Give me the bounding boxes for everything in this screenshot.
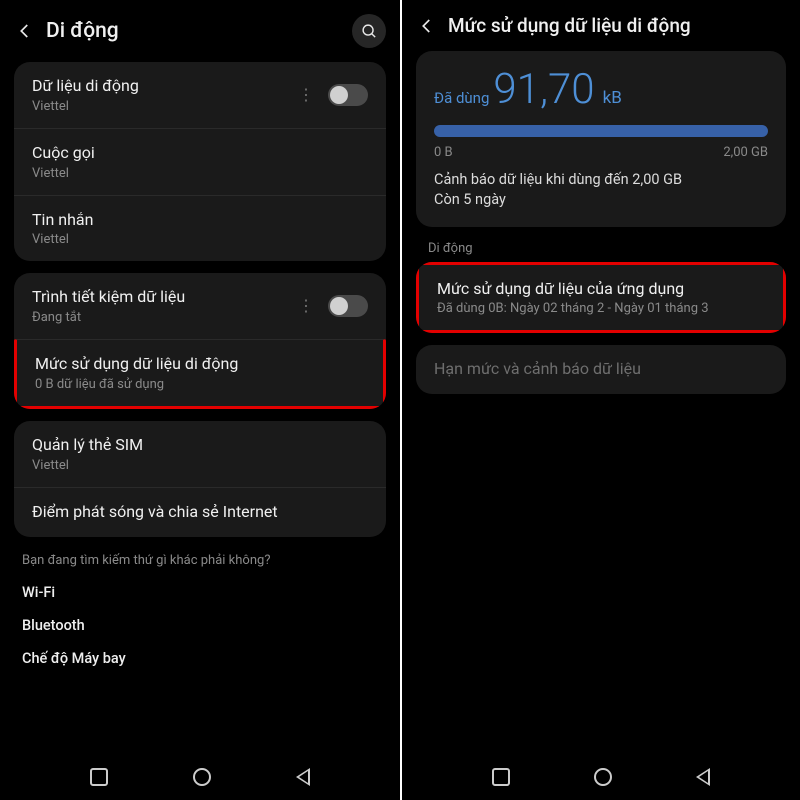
card-connections: Dữ liệu di động Viettel ⋮ Cuộc gọi Viett…: [14, 62, 386, 261]
card-limit: Hạn mức và cảnh báo dữ liệu: [416, 345, 786, 394]
footer-hint: Bạn đang tìm kiếm thứ gì khác phải không…: [8, 549, 392, 576]
usage-summary-card: Đã dùng 91,70 kB 0 B 2,00 GB Cảnh báo dữ…: [416, 51, 786, 227]
nav-recents-icon[interactable]: [90, 768, 108, 786]
calls-title: Cuộc gọi: [32, 143, 368, 164]
row-mobile-data[interactable]: Dữ liệu di động Viettel ⋮: [14, 62, 386, 128]
saver-title: Trình tiết kiệm dữ liệu: [32, 287, 298, 308]
card-sim: Quản lý thẻ SIM Viettel Điểm phát sóng v…: [14, 421, 386, 537]
search-button[interactable]: [352, 14, 386, 48]
card-app-usage: Mức sử dụng dữ liệu của ứng dụng Đã dùng…: [416, 262, 786, 334]
sim-title: Quản lý thẻ SIM: [32, 435, 368, 456]
phone-right: Mức sử dụng dữ liệu di động Đã dùng 91,7…: [400, 0, 800, 800]
more-icon[interactable]: ⋮: [298, 92, 314, 98]
row-sim-manager[interactable]: Quản lý thẻ SIM Viettel: [14, 421, 386, 487]
nav-home-icon[interactable]: [193, 768, 211, 786]
used-value: 91,70: [493, 65, 594, 114]
link-airplane[interactable]: Chế độ Máy bay: [8, 642, 392, 675]
row-hotspot[interactable]: Điểm phát sóng và chia sẻ Internet: [14, 487, 386, 537]
used-label: Đã dùng: [434, 89, 489, 107]
nav-back-icon[interactable]: [296, 768, 310, 786]
sms-title: Tin nhắn: [32, 210, 368, 231]
back-icon[interactable]: [14, 20, 36, 42]
hotspot-title: Điểm phát sóng và chia sẻ Internet: [32, 502, 368, 523]
page-title: Di động: [46, 19, 342, 43]
sim-sub: Viettel: [32, 458, 368, 473]
row-sms[interactable]: Tin nhắn Viettel: [14, 195, 386, 262]
link-bluetooth[interactable]: Bluetooth: [8, 609, 392, 642]
mobile-data-title: Dữ liệu di động: [32, 76, 298, 97]
navbar: [410, 754, 792, 794]
row-mobile-usage[interactable]: Mức sử dụng dữ liệu di động 0 B dữ liệu …: [14, 339, 386, 409]
phone-left: Di động Dữ liệu di động Viettel ⋮ Cuộc g…: [0, 0, 400, 800]
usage-warning: Cảnh báo dữ liệu khi dùng đến 2,00 GB Cò…: [434, 170, 768, 211]
sms-sub: Viettel: [32, 232, 368, 247]
nav-home-icon[interactable]: [594, 768, 612, 786]
section-label: Di động: [410, 239, 792, 262]
saver-sub: Đang tắt: [32, 310, 298, 325]
link-wifi[interactable]: Wi-Fi: [8, 576, 392, 609]
nav-back-icon[interactable]: [696, 768, 710, 786]
bar-labels: 0 B 2,00 GB: [434, 145, 768, 160]
back-icon[interactable]: [416, 15, 438, 37]
usage-bar: [434, 125, 768, 137]
header: Mức sử dụng dữ liệu di động: [410, 6, 792, 51]
row-app-usage[interactable]: Mức sử dụng dữ liệu của ứng dụng Đã dùng…: [416, 262, 786, 334]
usage-sub: 0 B dữ liệu đã sử dụng: [35, 377, 365, 392]
used-line: Đã dùng 91,70 kB: [434, 69, 768, 111]
bar-max: 2,00 GB: [723, 145, 768, 160]
app-usage-sub: Đã dùng 0B: Ngày 02 tháng 2 - Ngày 01 th…: [437, 301, 765, 316]
app-usage-title: Mức sử dụng dữ liệu của ứng dụng: [437, 279, 765, 300]
nav-recents-icon[interactable]: [492, 768, 510, 786]
used-unit: kB: [603, 88, 622, 108]
bar-min: 0 B: [434, 145, 453, 160]
mobile-data-toggle[interactable]: [328, 84, 368, 106]
limit-title: Hạn mức và cảnh báo dữ liệu: [434, 359, 768, 380]
mobile-data-sub: Viettel: [32, 99, 298, 114]
row-limit[interactable]: Hạn mức và cảnh báo dữ liệu: [416, 345, 786, 394]
navbar: [8, 754, 392, 794]
saver-toggle[interactable]: [328, 295, 368, 317]
calls-sub: Viettel: [32, 166, 368, 181]
row-calls[interactable]: Cuộc gọi Viettel: [14, 128, 386, 195]
more-icon[interactable]: ⋮: [298, 303, 314, 309]
page-title: Mức sử dụng dữ liệu di động: [448, 14, 786, 37]
row-data-saver[interactable]: Trình tiết kiệm dữ liệu Đang tắt ⋮: [14, 273, 386, 339]
usage-title: Mức sử dụng dữ liệu di động: [35, 354, 365, 375]
header: Di động: [8, 6, 392, 62]
card-data: Trình tiết kiệm dữ liệu Đang tắt ⋮ Mức s…: [14, 273, 386, 409]
